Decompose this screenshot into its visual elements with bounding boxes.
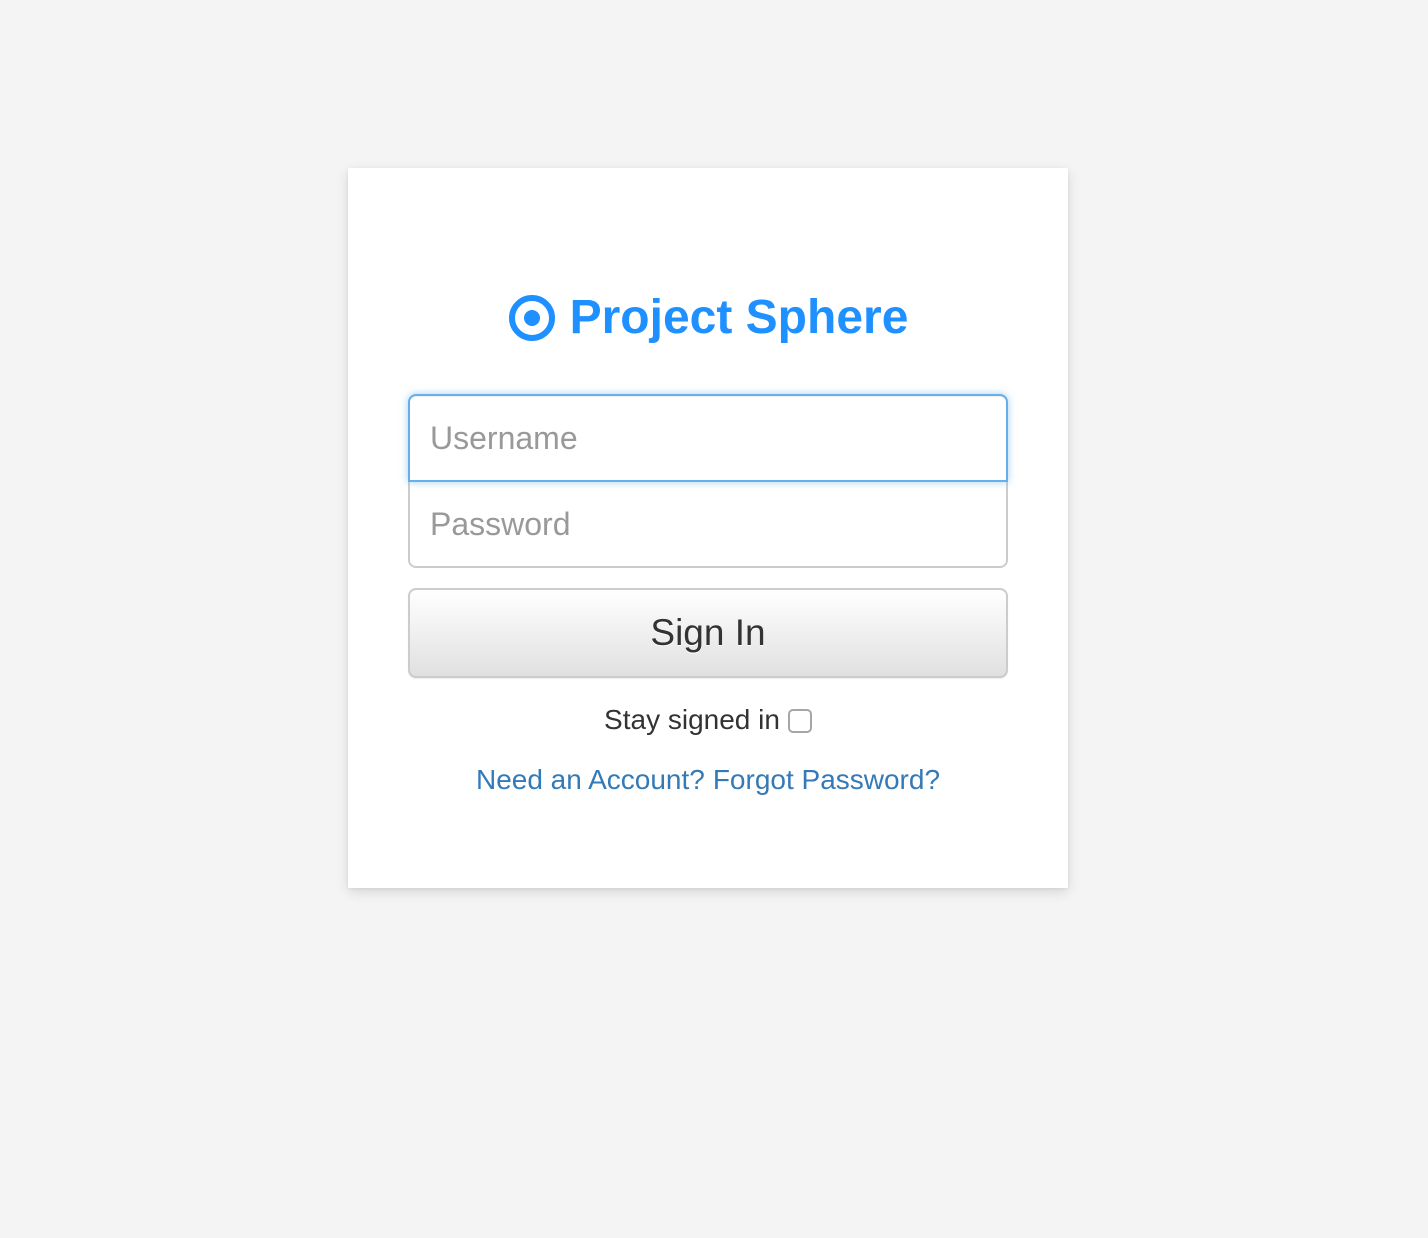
stay-signed-in-checkbox[interactable] — [787, 709, 812, 733]
stay-signed-in-row: Stay signed in — [348, 700, 1068, 740]
brand-header: Project Sphere — [348, 286, 1068, 350]
account-links: Need an Account? Forgot Password? — [348, 760, 1068, 800]
forgot-password-link[interactable]: Forgot Password? — [713, 764, 940, 796]
dot-circle-icon — [508, 294, 556, 342]
stay-signed-in-label: Stay signed in — [604, 704, 780, 735]
login-card: Project Sphere Sign In Stay signed in Ne… — [348, 168, 1068, 888]
need-account-link[interactable]: Need an Account? — [476, 764, 705, 796]
sign-in-button[interactable]: Sign In — [408, 588, 1008, 678]
username-input[interactable] — [408, 394, 1008, 482]
password-input[interactable] — [408, 480, 1008, 568]
app-title: Project Sphere — [569, 291, 909, 344]
